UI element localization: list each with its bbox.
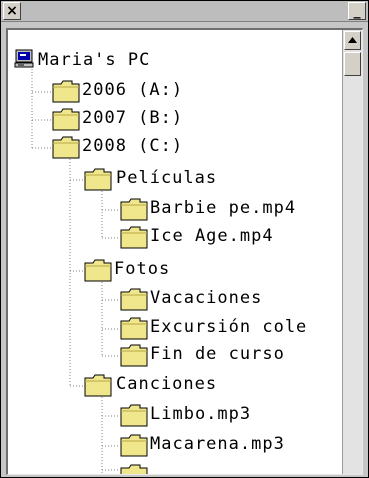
tree-node-label: Vacaciones xyxy=(150,288,263,308)
folder-icon xyxy=(52,134,80,164)
tree-view: Maria's PC 2006 (A:) 2007 (B:) 2008 (C:) xyxy=(6,28,363,475)
folder-icon xyxy=(120,196,148,226)
tree-node-label: Maria's PC xyxy=(38,50,151,70)
folder-icon xyxy=(84,166,112,196)
tree-node-label: 2006 (A:) xyxy=(82,80,184,100)
tree-node-label: Fin de curso xyxy=(150,344,285,364)
folder-icon xyxy=(84,372,112,402)
folder-icon xyxy=(120,315,148,345)
folder-icon xyxy=(84,257,112,287)
vertical-scrollbar[interactable] xyxy=(342,30,362,474)
tree-node-label: Fotos xyxy=(114,259,171,279)
file-tree-window: × _ Maria's PC 2006 (A:) 2007 (B:) 2008 … xyxy=(0,0,369,478)
close-button[interactable]: × xyxy=(3,2,21,20)
folder-icon xyxy=(52,106,80,136)
tree-node-label: Macarena.mp3 xyxy=(150,434,285,454)
folder-icon xyxy=(120,224,148,254)
tree-node-label: 2008 (C:) xyxy=(82,136,184,156)
computer-icon xyxy=(14,48,36,74)
tree-node-label: Excursión cole xyxy=(150,317,308,337)
title-bar: × _ xyxy=(1,1,368,22)
tree-node-label: Ice Age.mp4 xyxy=(150,226,274,246)
folder-icon xyxy=(120,286,148,316)
minimize-button[interactable]: _ xyxy=(348,2,366,20)
folder-icon xyxy=(120,432,148,462)
folder-icon xyxy=(52,78,80,108)
tree-node-label: Canciones xyxy=(116,374,218,394)
tree-node-label: Barbie pe.mp4 xyxy=(150,198,297,218)
folder-icon xyxy=(120,462,148,474)
tree-node-label: Limbo.mp3 xyxy=(150,404,252,424)
folder-icon xyxy=(120,402,148,432)
tree-node-label: 2007 (B:) xyxy=(82,108,184,128)
folder-icon xyxy=(120,342,148,372)
scroll-thumb[interactable] xyxy=(344,52,361,76)
tree-node-label: Películas xyxy=(116,168,218,188)
scroll-up-button[interactable] xyxy=(344,31,361,50)
